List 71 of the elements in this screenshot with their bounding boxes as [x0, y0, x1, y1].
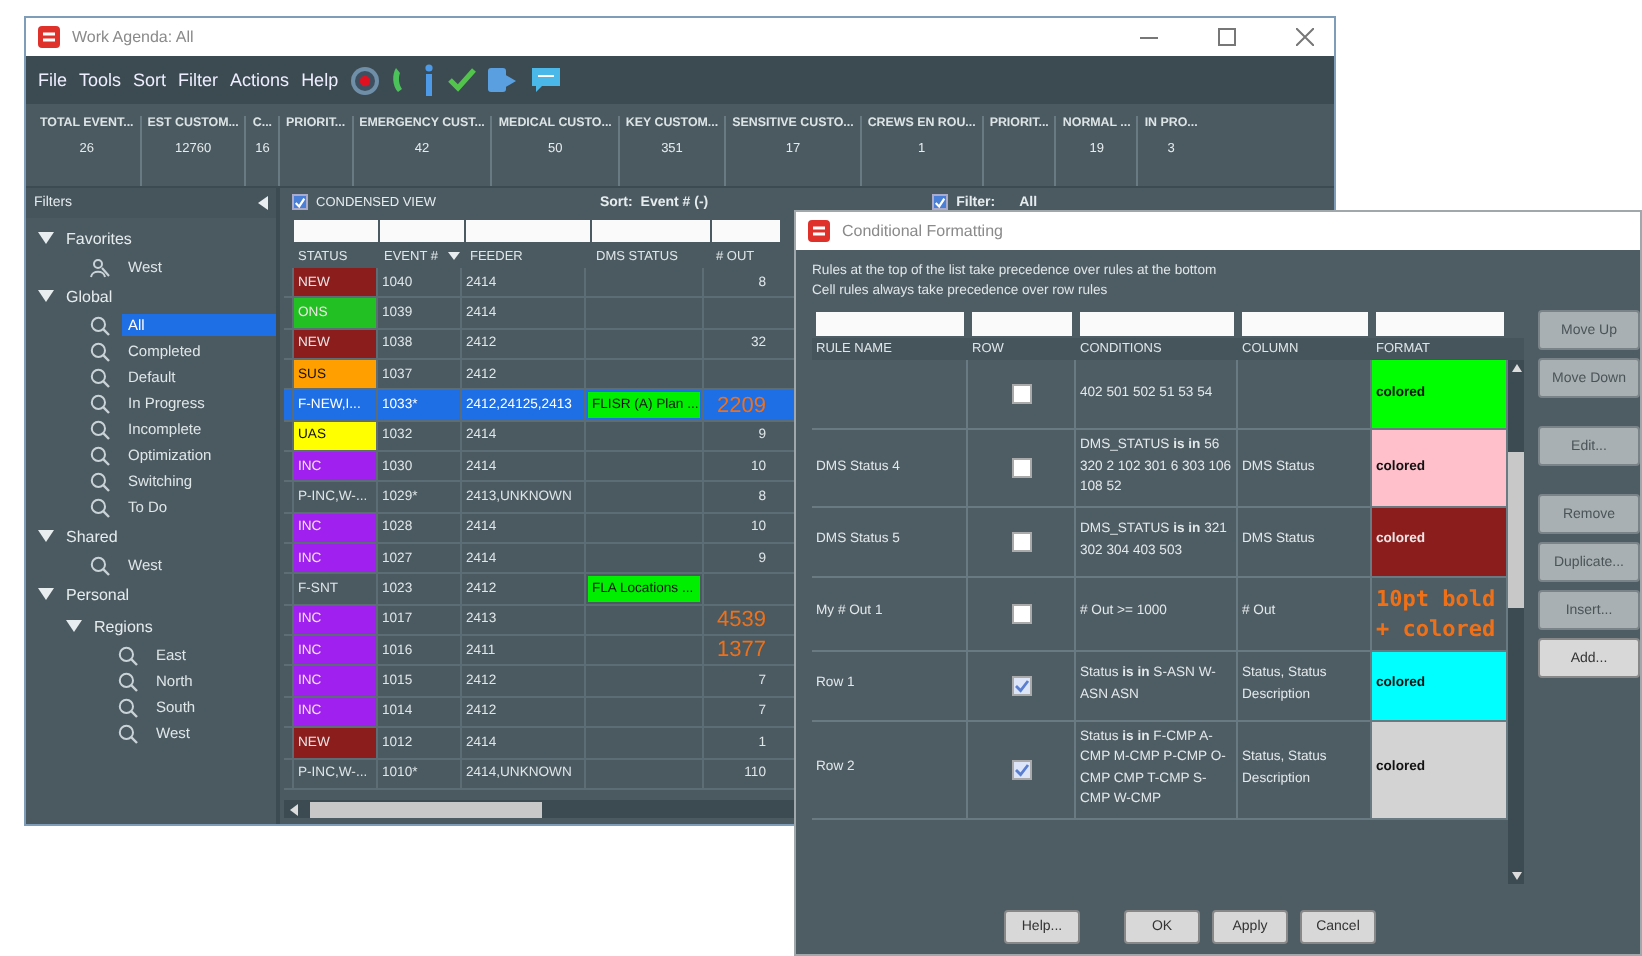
app-logo-icon — [808, 220, 830, 242]
record-icon[interactable] — [350, 65, 381, 95]
search-icon — [90, 315, 110, 335]
column-filter-field[interactable] — [1376, 312, 1504, 336]
vertical-scrollbar[interactable] — [1508, 360, 1524, 884]
chat-bubble-icon[interactable] — [530, 66, 563, 94]
tree-group-label[interactable]: Shared — [66, 527, 118, 545]
menu-item[interactable]: Filter — [178, 70, 219, 90]
out-count: 1377 — [717, 638, 766, 663]
caret-icon[interactable] — [38, 530, 54, 542]
out-count: 2209 — [717, 393, 766, 418]
search-icon — [90, 367, 110, 387]
scroll-down-icon[interactable] — [1511, 872, 1521, 880]
menu-item[interactable]: File — [38, 70, 68, 90]
search-icon — [118, 671, 138, 691]
collapse-icon[interactable] — [258, 196, 268, 210]
column-filter-field[interactable] — [972, 312, 1072, 336]
search-icon — [90, 419, 110, 439]
sort-caret-icon[interactable] — [448, 252, 460, 260]
format-preview: 10pt bold + colored — [1376, 583, 1498, 643]
search-icon — [90, 341, 110, 361]
out-count: 4539 — [717, 607, 766, 632]
column-filter-field[interactable] — [380, 219, 464, 241]
row-checkbox[interactable] — [1011, 384, 1031, 404]
search-icon — [90, 471, 110, 491]
search-icon — [90, 497, 110, 517]
caret-icon[interactable] — [66, 620, 82, 632]
column-filter-field[interactable] — [1242, 312, 1368, 336]
tree-group-label[interactable]: Global — [66, 287, 113, 305]
scrollbar-thumb[interactable] — [1508, 452, 1524, 608]
scroll-left-icon[interactable] — [290, 803, 298, 815]
search-icon — [118, 697, 138, 717]
column-filter-field[interactable] — [466, 219, 590, 241]
row-checkbox[interactable] — [1011, 759, 1031, 779]
checkmark-icon[interactable] — [448, 68, 477, 92]
search-icon — [118, 645, 138, 665]
dialog-title: Conditional Formatting — [842, 222, 1003, 240]
document-arrow-icon[interactable] — [488, 66, 519, 94]
column-filter-field[interactable] — [816, 312, 964, 336]
menu-item[interactable]: Help — [301, 70, 339, 90]
search-icon — [90, 393, 110, 413]
search-icon — [118, 723, 138, 743]
column-filter-field[interactable] — [712, 219, 780, 241]
row-checkbox[interactable] — [1011, 457, 1031, 478]
tree-group-label[interactable]: Favorites — [66, 229, 132, 247]
tree-group-label[interactable]: Personal — [66, 585, 130, 603]
info-icon[interactable] — [422, 64, 437, 96]
tree-group-label[interactable]: Regions — [94, 617, 153, 635]
filter-checkbox[interactable] — [932, 194, 949, 210]
search-icon — [90, 555, 110, 575]
app-logo-icon — [38, 26, 60, 48]
menu-item[interactable]: Tools — [79, 70, 122, 90]
condensed-view-checkbox[interactable] — [292, 194, 308, 210]
column-filter-field[interactable] — [294, 219, 378, 241]
caret-icon[interactable] — [38, 588, 54, 600]
row-checkbox[interactable] — [1011, 675, 1031, 695]
row-checkbox[interactable] — [1011, 531, 1031, 551]
row-checkbox[interactable] — [1011, 603, 1031, 623]
window-title: Work Agenda: All — [72, 28, 194, 46]
caret-icon[interactable] — [38, 290, 54, 302]
menu-item[interactable]: Actions — [230, 70, 290, 90]
maximize-icon[interactable] — [1218, 28, 1236, 46]
column-filter-field[interactable] — [592, 219, 710, 241]
menu-item[interactable]: Sort — [133, 70, 167, 90]
scroll-up-icon[interactable] — [1511, 364, 1521, 372]
column-filter-field[interactable] — [1080, 312, 1234, 336]
scrollbar-thumb[interactable] — [310, 801, 542, 817]
search-icon — [90, 445, 110, 465]
close-icon[interactable] — [1296, 28, 1314, 46]
people-icon — [90, 257, 110, 277]
caret-icon[interactable] — [38, 232, 54, 244]
